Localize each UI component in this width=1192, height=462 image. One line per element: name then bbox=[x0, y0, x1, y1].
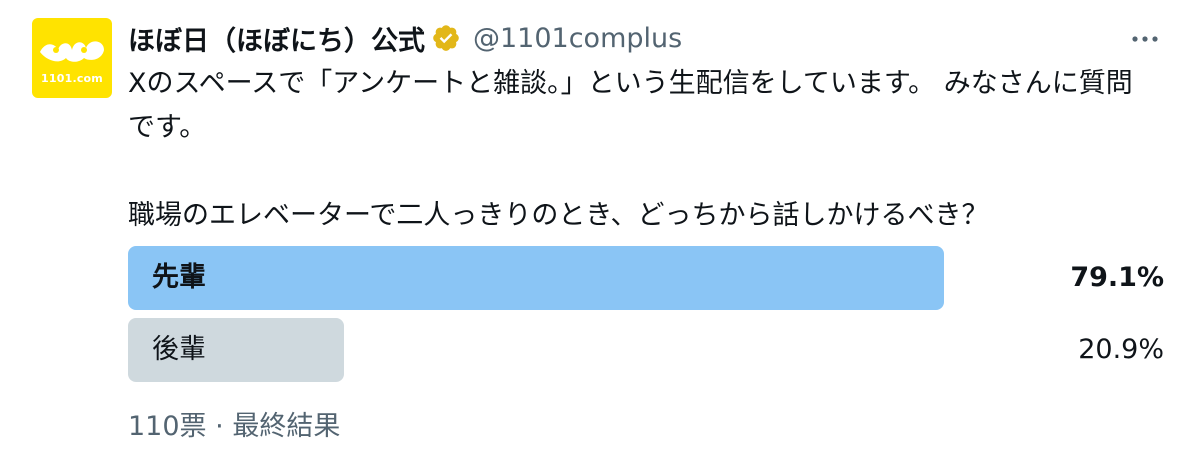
poll-status: 最終結果 bbox=[232, 411, 341, 442]
tweet-paragraph: Xのスペースで「アンケートと雑談。」という生配信をしています。 みなさんに質問で… bbox=[128, 68, 1133, 143]
display-name[interactable]: ほぼ日（ほぼにち）公式 bbox=[128, 19, 425, 58]
poll-footer-separator: · bbox=[215, 411, 224, 442]
poll-option-2: 後輩 20.9% bbox=[128, 318, 1164, 382]
user-handle[interactable]: @1101complus bbox=[473, 23, 682, 54]
avatar-text: 1101.com bbox=[41, 72, 103, 85]
verified-badge-icon[interactable] bbox=[431, 23, 461, 53]
tweet-paragraph: 職場のエレベーターで二人っきりのとき、どっちから話しかけるべき？ bbox=[128, 200, 989, 231]
poll-footer: 110票 · 最終結果 bbox=[128, 404, 340, 443]
poll: 先輩 79.1% 後輩 20.9% bbox=[128, 246, 1164, 390]
tweet-header: ほぼ日（ほぼにち）公式 @1101complus bbox=[128, 18, 682, 58]
tweet-text: Xのスペースで「アンケートと雑談。」という生配信をしています。 みなさんに質問で… bbox=[128, 62, 1158, 238]
poll-option-label: 先輩 bbox=[152, 262, 206, 293]
poll-option-label: 後輩 bbox=[152, 334, 206, 365]
poll-option-percent: 79.1% bbox=[1070, 262, 1164, 293]
poll-option-percent: 20.9% bbox=[1078, 334, 1164, 365]
poll-vote-count: 110票 bbox=[128, 411, 207, 442]
more-icon[interactable] bbox=[1128, 22, 1162, 56]
poll-option-1: 先輩 79.1% bbox=[128, 246, 1164, 310]
poll-bar bbox=[128, 246, 944, 310]
logo-icon bbox=[40, 41, 104, 62]
avatar[interactable]: 1101.com bbox=[32, 18, 112, 98]
